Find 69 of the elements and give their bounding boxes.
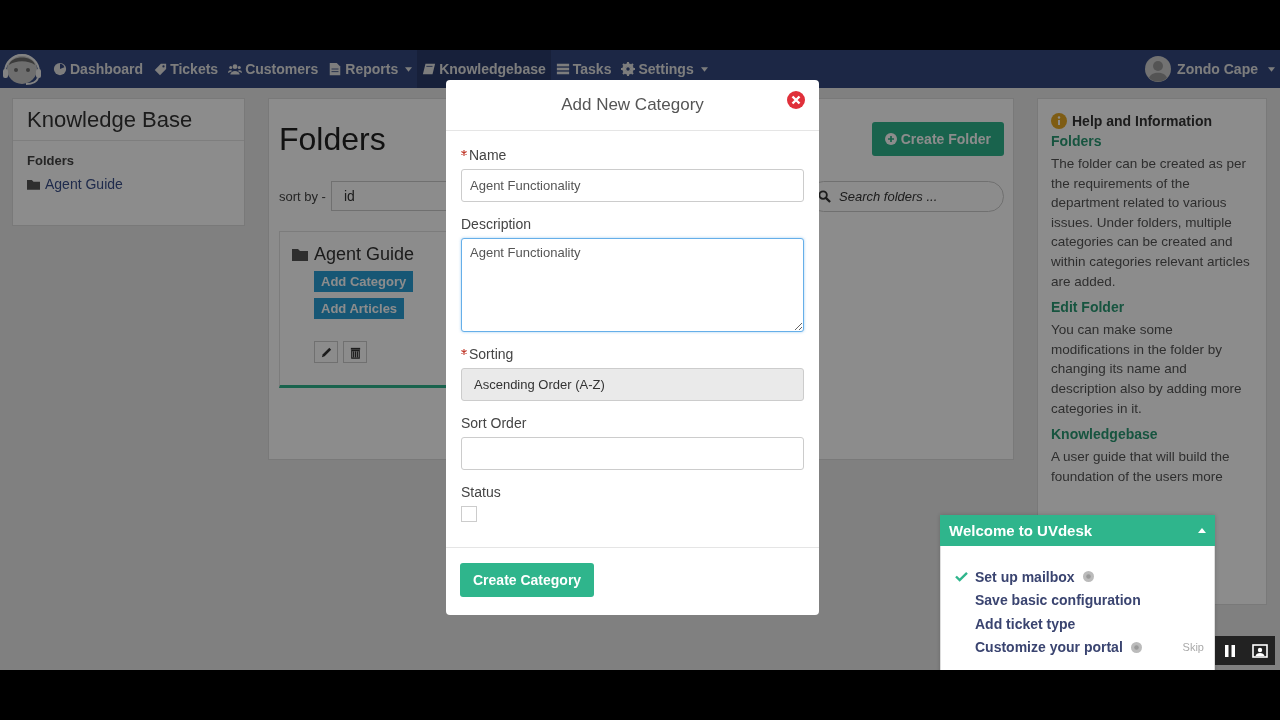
field-label: Status <box>461 484 501 500</box>
help-heading: Edit Folder <box>1051 299 1126 316</box>
book-icon <box>422 62 437 76</box>
caret-icon <box>1268 66 1275 72</box>
folder-title: Agent Guide <box>292 244 415 265</box>
tag-icon <box>153 62 168 76</box>
field-label: Description <box>461 216 532 232</box>
page-title: Folders <box>279 120 386 158</box>
folder-action-button[interactable]: Add Category <box>314 271 414 292</box>
text-field[interactable]: Agent Functionality <box>461 169 804 202</box>
help-heading: Folders <box>1051 133 1103 149</box>
help-icon <box>1130 641 1142 653</box>
create-folder-button[interactable]: Create Folder <box>871 122 1004 156</box>
field-label: Sort Order <box>461 415 527 431</box>
user-menu[interactable]: Zondo Cape <box>1145 56 1280 82</box>
delete-button[interactable] <box>343 341 367 363</box>
description-field[interactable]: Agent Functionality <box>461 238 804 332</box>
sidebar-item[interactable]: Agent Guide <box>27 176 230 192</box>
required-star-icon <box>461 150 467 156</box>
text-field[interactable] <box>461 437 804 470</box>
close-button[interactable] <box>787 91 805 109</box>
help-text: The folder can be created as per the requirements of the department related to various issues. Under folders, multiple categories can be created and within categories relevant articles are added. <box>1051 155 1251 291</box>
picture-icon <box>1252 643 1268 658</box>
skip-link[interactable]: Skip <box>1182 641 1204 654</box>
required-star-icon <box>461 349 467 355</box>
sidebar-title: Knowledge Base <box>13 99 244 141</box>
field-label: Sorting <box>469 346 514 362</box>
section-label: Folders <box>27 153 75 168</box>
nav-item[interactable]: Customers <box>223 50 324 88</box>
create-category-button[interactable]: Create Category <box>460 563 595 597</box>
caret-up-icon <box>1198 528 1206 533</box>
help-text: A user guide that will build the foundation of the users more <box>1051 448 1231 486</box>
field-label: Name <box>469 147 507 163</box>
close-icon <box>787 91 805 109</box>
sort-label: sort by - <box>279 188 326 204</box>
widget-header[interactable]: Welcome to UVdesk <box>940 515 1215 546</box>
search-icon <box>818 189 831 203</box>
onboarding-step[interactable]: Set up mailbox <box>975 568 1075 585</box>
onboarding-step[interactable]: Save basic configuration <box>975 592 1141 609</box>
dashboard-icon <box>53 62 67 76</box>
pencil-icon <box>319 345 333 359</box>
info-icon <box>1051 113 1067 129</box>
avatar-icon <box>1145 56 1172 82</box>
help-heading: Knowledgebase <box>1051 426 1159 443</box>
edit-button[interactable] <box>314 341 338 363</box>
plus-circle-icon <box>884 133 897 145</box>
nav-item[interactable]: Settings <box>616 50 713 88</box>
help-icon <box>1082 571 1094 583</box>
users-icon <box>228 62 243 76</box>
onboarding-step[interactable]: Add ticket type <box>975 615 1076 632</box>
folder-icon <box>27 178 40 190</box>
nav-item[interactable]: Tasks <box>550 50 617 88</box>
widget-title: Welcome to UVdesk <box>949 522 1093 539</box>
dialog-title: Add New Category <box>561 95 704 115</box>
document-icon <box>328 62 343 76</box>
help-text: You can make some modifications in the folder by changing its name and description also by adding more categories in it. <box>1051 321 1243 418</box>
folder-icon <box>292 248 308 261</box>
nav-item[interactable]: Dashboard <box>48 50 149 88</box>
help-title: Help and Information <box>1072 113 1212 129</box>
folder-action-button[interactable]: Add Articles <box>314 298 405 319</box>
status-checkbox[interactable] <box>461 506 477 522</box>
settings-icon <box>621 62 636 76</box>
sorting-select[interactable]: Ascending Order (A-Z) <box>461 368 804 401</box>
nav-item[interactable]: Reports <box>323 50 418 88</box>
nav-item[interactable]: Tickets <box>148 50 224 88</box>
onboarding-step[interactable]: Customize your portal <box>975 639 1123 656</box>
list-icon <box>555 62 570 76</box>
pause-icon <box>1222 643 1238 658</box>
trash-icon <box>348 345 362 359</box>
